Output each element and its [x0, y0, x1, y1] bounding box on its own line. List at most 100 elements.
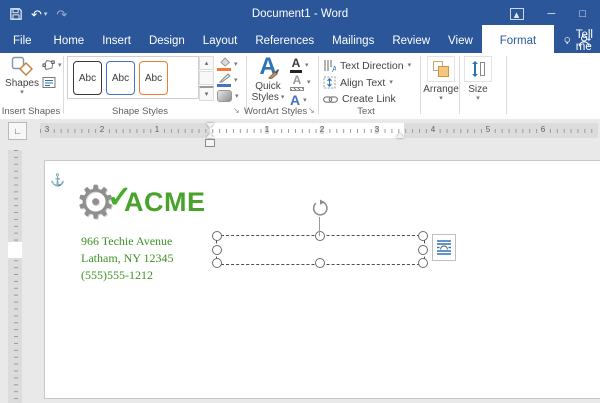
size-icon — [464, 56, 492, 82]
group-divider — [63, 56, 64, 114]
ribbon-tab-bar: File Home Insert Design Layout Reference… — [0, 28, 600, 53]
text-effects-icon: A — [290, 93, 300, 107]
create-link-button[interactable]: Create Link — [323, 93, 396, 105]
tab-file[interactable]: File — [0, 28, 45, 53]
resize-handle-top-center[interactable] — [315, 231, 325, 241]
tab-stop-selector[interactable]: ∟ — [8, 122, 27, 140]
maximize-button[interactable]: □ — [579, 8, 586, 20]
ruler-number: 1 — [155, 126, 159, 134]
shape-outline-color-swatch — [217, 84, 231, 87]
ribbon: Shapes ▾ ▾ Insert Shapes Abc Abc — [0, 53, 600, 120]
tab-insert[interactable]: Insert — [93, 28, 140, 53]
gallery-scroll-buttons: ▴ ▾ — [199, 56, 214, 101]
ruler-number: 4 — [431, 126, 435, 134]
text-box-icon — [42, 76, 56, 89]
tab-review[interactable]: Review — [383, 28, 439, 53]
shapes-button-label: Shapes — [5, 78, 39, 89]
resize-handle-bottom-center[interactable] — [315, 258, 325, 268]
shape-fill-button[interactable]: ▾ — [217, 57, 238, 71]
text-outline-button[interactable]: A ▾ — [290, 74, 311, 91]
ribbon-display-options-button[interactable]: ▴ — [510, 8, 524, 20]
tab-format[interactable]: Format — [482, 28, 554, 53]
resize-handle-bottom-left[interactable] — [212, 258, 222, 268]
wordart-quick-styles-button[interactable]: A Quick Styles ▾ — [249, 55, 287, 103]
shape-effects-icon — [217, 90, 232, 102]
draw-text-box-button[interactable] — [42, 76, 56, 92]
tab-design[interactable]: Design — [140, 28, 194, 53]
size-button[interactable]: Size ▾ — [462, 56, 494, 102]
rotate-handle[interactable] — [310, 199, 329, 218]
first-line-indent-marker[interactable] — [206, 123, 214, 128]
shape-outline-button[interactable]: ▾ — [217, 73, 238, 87]
shape-style-gallery: Abc Abc Abc — [67, 56, 199, 99]
gallery-more-button[interactable]: ▾ — [199, 86, 214, 101]
word-window: ↶ ▾ ↷ Document1 - Word ▴ ─ □ File Home I… — [0, 0, 600, 403]
resize-handle-top-right[interactable] — [418, 231, 428, 241]
shape-style-2[interactable]: Abc — [106, 61, 135, 95]
group-divider — [506, 56, 507, 114]
shape-style-1-label: Abc — [79, 73, 96, 84]
resize-handle-middle-left[interactable] — [212, 245, 222, 255]
gallery-scroll-down-button[interactable] — [199, 71, 214, 85]
tab-home[interactable]: Home — [45, 28, 94, 53]
tab-references[interactable]: References — [246, 28, 323, 53]
chevron-down-icon: ▾ — [58, 62, 62, 69]
shape-style-3-label: Abc — [145, 73, 162, 84]
tab-layout[interactable]: Layout — [194, 28, 247, 53]
rotate-handle-connector — [319, 217, 320, 236]
edit-shape-icon — [42, 59, 55, 71]
chevron-down-icon: ▾ — [234, 77, 238, 84]
right-indent-marker[interactable] — [396, 133, 404, 138]
ruler-number: 2 — [320, 126, 324, 134]
size-button-label: Size — [468, 84, 487, 95]
align-text-button[interactable]: Align Text ▾ — [323, 76, 393, 89]
create-link-label: Create Link — [342, 93, 396, 105]
shape-style-3[interactable]: Abc — [139, 61, 168, 95]
layout-options-button[interactable] — [432, 234, 456, 261]
text-direction-button[interactable]: A Text Direction ▾ — [323, 59, 411, 72]
tab-mailings[interactable]: Mailings — [323, 28, 383, 53]
vertical-ruler[interactable] — [8, 150, 22, 403]
shape-fill-color-swatch — [217, 68, 231, 71]
company-name: ACME — [124, 189, 206, 216]
ruler-number: 3 — [375, 126, 379, 134]
document-page[interactable]: ⚓ ⚙ ✓ ACME 966 Techie Avenue Latham, NY … — [44, 160, 600, 399]
shapes-button[interactable]: Shapes ▾ — [4, 56, 40, 96]
resize-handle-bottom-right[interactable] — [418, 258, 428, 268]
chevron-down-icon: ▾ — [205, 90, 209, 98]
ruler-number: 2 — [100, 126, 104, 134]
resize-handle-top-left[interactable] — [212, 231, 222, 241]
text-outline-icon: A — [290, 74, 304, 91]
tab-view[interactable]: View — [439, 28, 482, 53]
wordart-quick-styles-icon: A — [259, 55, 276, 81]
text-effects-button[interactable]: A ▾ — [290, 93, 307, 107]
chevron-down-icon: ▾ — [307, 79, 311, 86]
minimize-button[interactable]: ─ — [548, 8, 556, 20]
shape-effects-button[interactable]: ▾ — [217, 90, 239, 102]
chevron-down-icon: ▾ — [234, 61, 238, 68]
group-divider — [459, 56, 460, 114]
text-fill-icon: A — [290, 57, 302, 73]
chevron-down-icon: ▾ — [20, 89, 24, 96]
horizontal-ruler[interactable]: 3 2 1 1 2 3 4 5 6 — [40, 123, 598, 138]
left-indent-marker[interactable] — [205, 139, 215, 147]
document-workspace: ∟ 3 2 1 1 2 3 4 5 6 ⚓ ⚙ ✓ — [0, 119, 600, 403]
shape-styles-dialog-launcher[interactable]: ↘ — [233, 107, 240, 115]
hanging-indent-marker[interactable] — [206, 133, 214, 138]
arrange-button[interactable]: Arrange ▾ — [424, 56, 458, 102]
gallery-scroll-up-button[interactable]: ▴ — [199, 56, 214, 70]
object-anchor-icon[interactable]: ⚓ — [50, 174, 65, 186]
resize-handle-middle-right[interactable] — [418, 245, 428, 255]
text-fill-button[interactable]: A ▾ — [290, 57, 309, 73]
wordart-styles-dialog-launcher[interactable]: ↘ — [308, 107, 315, 115]
address-line-2: Latham, NY 12345 — [81, 252, 174, 264]
chevron-down-icon: ▾ — [408, 62, 412, 69]
chevron-up-icon: ▴ — [514, 8, 520, 21]
ruler-number: 1 — [265, 126, 269, 134]
insert-shapes-group-label: Insert Shapes — [0, 106, 62, 117]
edit-shape-button[interactable]: ▾ — [42, 59, 62, 71]
arrange-button-label: Arrange — [423, 84, 459, 95]
shapes-icon — [11, 56, 33, 76]
sign-in-button[interactable] — [578, 28, 592, 53]
shape-style-1[interactable]: Abc — [73, 61, 102, 95]
